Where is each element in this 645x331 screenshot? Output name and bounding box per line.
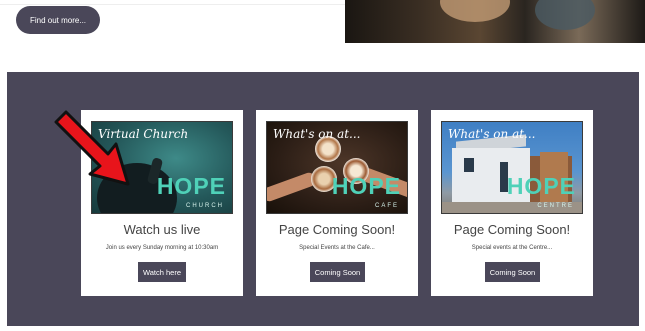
photo-detail xyxy=(535,0,595,30)
card-cafe: What's on at... HOPE CAFE Page Coming So… xyxy=(256,110,418,296)
card-title: Page Coming Soon! xyxy=(453,222,571,237)
card-title: Page Coming Soon! xyxy=(278,222,396,237)
card-description: Special Events at the Cafe... xyxy=(299,245,375,251)
centre-image[interactable]: What's on at... HOPE CENTRE xyxy=(441,121,583,214)
image-label: What's on at... xyxy=(273,127,361,141)
hope-logo-sub: CENTRE xyxy=(537,203,574,209)
hope-logo: HOPE xyxy=(156,173,226,199)
coming-soon-button[interactable]: Coming Soon xyxy=(310,262,365,282)
top-section: Find out more... xyxy=(0,0,645,70)
photo-detail xyxy=(440,0,510,22)
red-arrow-icon xyxy=(54,110,130,186)
hope-logo-sub: CHURCH xyxy=(186,203,224,209)
card-title: Watch us live xyxy=(123,222,201,237)
image-label: What's on at... xyxy=(448,127,536,141)
arm xyxy=(267,170,318,204)
cafe-image[interactable]: What's on at... HOPE CAFE xyxy=(266,121,408,214)
banner-photo xyxy=(345,0,645,43)
find-out-more-button[interactable]: Find out more... xyxy=(16,6,100,34)
card-description: Special events at the Centre... xyxy=(471,245,553,251)
hope-logo: HOPE xyxy=(331,173,401,199)
hope-logo-sub: CAFE xyxy=(374,203,399,209)
watch-here-button[interactable]: Watch here xyxy=(138,262,186,282)
card-description: Join us every Sunday morning at 10:30am xyxy=(105,245,219,251)
coming-soon-button[interactable]: Coming Soon xyxy=(485,262,540,282)
page: Find out more... Virtual Church HOPE CHU… xyxy=(0,0,645,331)
window xyxy=(464,158,474,172)
hope-logo: HOPE xyxy=(506,173,576,199)
card-centre: What's on at... HOPE CENTRE Page Coming … xyxy=(431,110,593,296)
